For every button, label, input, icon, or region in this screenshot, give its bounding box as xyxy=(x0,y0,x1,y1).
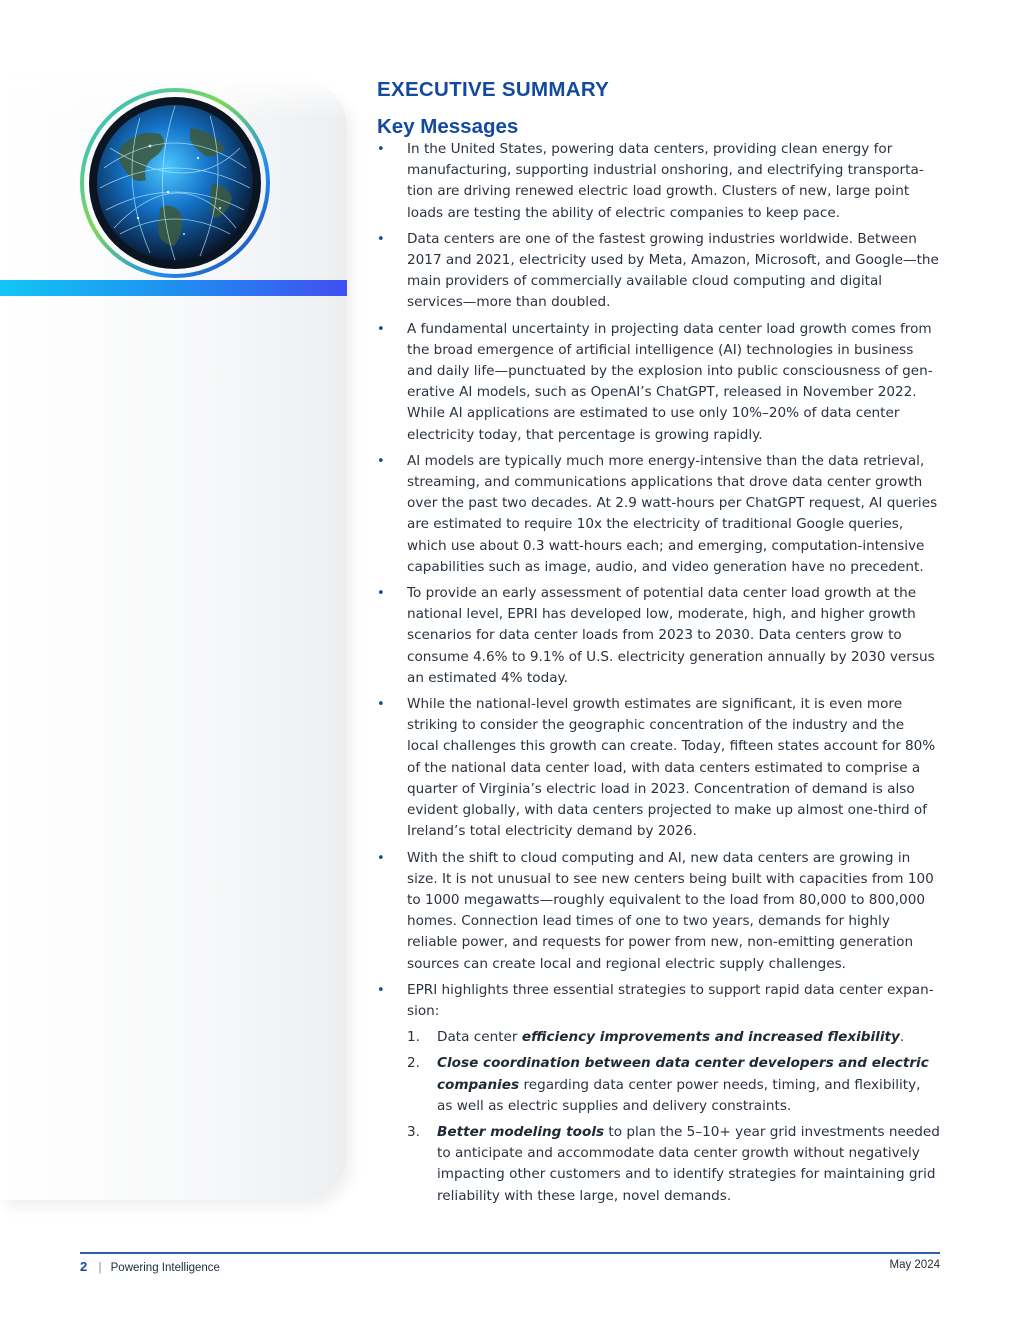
key-message-item: • In the United States, powering data cen… xyxy=(377,139,940,224)
key-message-text: Data centers are one of the fastest grow… xyxy=(407,230,939,311)
publication-date: May 2024 xyxy=(889,1259,940,1271)
strategy-emphasis: efficiency improvements and increased fl… xyxy=(521,1029,900,1046)
strategy-number: 1. xyxy=(407,1029,420,1046)
key-message-item: • Data centers are one of the fastest gro… xyxy=(377,229,940,314)
bullet-icon: • xyxy=(377,850,385,866)
main-content: EXECUTIVE SUMMARY Key Messages • In the U… xyxy=(377,78,940,1212)
bullet-icon: • xyxy=(377,697,385,713)
key-message-item: • AI models are typically much more energ… xyxy=(377,451,940,578)
page-footer: 2 | Powering Intelligence May 2024 xyxy=(80,1259,940,1275)
key-message-text: EPRI highlights three essential strategi… xyxy=(407,981,934,1019)
bullet-icon: • xyxy=(377,453,385,469)
key-message-text: With the shift to cloud computing and AI… xyxy=(407,849,934,972)
footer-separator: | xyxy=(98,1262,102,1274)
key-message-text: While the national-level growth estimate… xyxy=(407,696,936,840)
strategy-text-post: . xyxy=(899,1029,905,1046)
strategy-text-pre: Data center xyxy=(437,1029,522,1046)
publication-title: Powering Intelligence xyxy=(110,1262,220,1274)
bullet-icon: • xyxy=(377,586,385,602)
key-message-text: AI models are typically much more energy… xyxy=(407,452,938,575)
key-messages-list: • In the United States, powering data cen… xyxy=(377,139,940,1207)
key-message-item: • EPRI highlights three essential strateg… xyxy=(377,980,940,1207)
page-number: 2 xyxy=(80,1259,88,1274)
strategy-item: 2. Close coordination between data center… xyxy=(407,1053,940,1117)
bullet-icon: • xyxy=(377,231,385,247)
bullet-icon: • xyxy=(377,142,385,157)
globe-image xyxy=(80,88,270,278)
bullet-icon: • xyxy=(377,321,385,337)
key-message-text: A fundamental uncertainty in projecting … xyxy=(407,320,933,443)
footer-divider xyxy=(80,1252,940,1254)
key-message-item: • To provide an early assessment of poten… xyxy=(377,583,940,689)
key-message-text: In the United States, powering data cent… xyxy=(407,141,924,221)
strategy-emphasis: Better modeling tools xyxy=(437,1123,605,1140)
strategy-item: 1. Data center efficiency improvements an… xyxy=(407,1027,940,1048)
key-message-item: • While the national-level growth estimat… xyxy=(377,694,940,842)
subheading: Key Messages xyxy=(377,115,519,138)
strategy-number: 3. xyxy=(407,1123,420,1140)
section-title: EXECUTIVE SUMMARY xyxy=(377,78,610,101)
bullet-icon: • xyxy=(377,982,385,998)
key-message-text: To provide an early assessment of potent… xyxy=(407,585,935,686)
key-message-item: • With the shift to cloud computing and A… xyxy=(377,848,940,975)
key-message-item: • A fundamental uncertainty in projecting… xyxy=(377,319,940,446)
globe-data-network-icon xyxy=(80,88,270,278)
strategy-number: 2. xyxy=(407,1055,420,1072)
accent-gradient-bar xyxy=(0,280,347,296)
strategies-list: 1. Data center efficiency improvements an… xyxy=(407,1027,940,1207)
strategy-item: 3. Better modeling tools to plan the 5–10… xyxy=(407,1122,940,1207)
